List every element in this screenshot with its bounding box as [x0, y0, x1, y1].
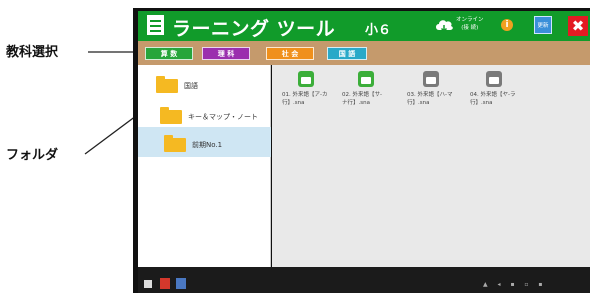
- cloud-sync-icon: [436, 20, 453, 33]
- update-button[interactable]: 更新: [534, 16, 552, 34]
- folder-icon: [164, 135, 186, 152]
- app-logo-icon: [147, 15, 164, 35]
- folder-row-kokugo[interactable]: 国語: [138, 69, 271, 99]
- document-icon: [423, 71, 439, 87]
- file-label-line1: 02. 外来語【サ-: [342, 92, 382, 98]
- file-list-area: 01. 外来語【ア-カ 行】.sna 02. 外来語【サ- ナ行】.sna 03…: [272, 65, 590, 267]
- file-label-line2: 行】.sna: [282, 100, 305, 106]
- folder-tree-panel: 国語 キー＆マップ・ノート 前期No.1: [138, 65, 271, 267]
- file-label: 04. 外来語【ヤ-ラ 行】.sna: [470, 91, 530, 107]
- folder-label: 前期No.1: [192, 141, 223, 149]
- online-status-line2: (接 続): [461, 25, 479, 31]
- file-label: 02. 外来語【サ- ナ行】.sna: [342, 91, 402, 107]
- taskbar-app-icon[interactable]: [176, 278, 186, 289]
- os-taskbar: ▲ ◂ ▪ ▫ ▪: [138, 267, 590, 293]
- online-status: オンライン (接 続): [456, 16, 484, 32]
- app-title: ラーニング ツール: [172, 18, 336, 40]
- info-icon[interactable]: i: [501, 19, 513, 31]
- taskbar-app-icon[interactable]: [160, 278, 170, 289]
- folder-icon: [156, 76, 178, 93]
- subject-bar: 算 数 理 科 社 会 国 語: [138, 41, 590, 65]
- subject-tab-japanese[interactable]: 国 語: [327, 47, 367, 60]
- file-label-line1: 01. 外来語【ア-カ: [282, 92, 328, 98]
- file-label-line2: 行】.sna: [407, 100, 430, 106]
- document-icon: [486, 71, 502, 87]
- subject-tab-social[interactable]: 社 会: [266, 47, 314, 60]
- callout-subject-select: 教科選択: [6, 45, 59, 60]
- file-label: 01. 外来語【ア-カ 行】.sna: [282, 91, 342, 107]
- subject-tab-math[interactable]: 算 数: [145, 47, 193, 60]
- folder-row-key-map-note[interactable]: キー＆マップ・ノート: [138, 99, 271, 129]
- file-label: 03. 外来語【ハ-マ 行】.sna: [407, 91, 467, 107]
- file-label-line2: 行】.sna: [470, 100, 493, 106]
- close-button[interactable]: ✖: [568, 16, 588, 36]
- system-tray-icons: ▲ ◂ ▪ ▫ ▪: [483, 281, 547, 288]
- online-status-line1: オンライン: [456, 17, 484, 23]
- file-label-line2: ナ行】.sna: [342, 100, 370, 106]
- folder-row-zenki-no1[interactable]: 前期No.1: [138, 127, 271, 157]
- grade-label: 小６: [365, 23, 392, 38]
- document-icon: [358, 71, 374, 87]
- folder-label: キー＆マップ・ノート: [188, 113, 258, 121]
- file-label-line1: 04. 外来語【ヤ-ラ: [470, 92, 516, 98]
- document-icon: [298, 71, 314, 87]
- start-icon[interactable]: [144, 280, 152, 288]
- app-header: ラーニング ツール 小６ オンライン (接 続) i 更新 ✖: [138, 11, 590, 41]
- folder-icon: [160, 107, 182, 124]
- file-label-line1: 03. 外来語【ハ-マ: [407, 92, 453, 98]
- callout-folder: フォルダ: [6, 148, 59, 163]
- subject-tab-science[interactable]: 理 科: [202, 47, 250, 60]
- folder-label: 国語: [184, 82, 198, 90]
